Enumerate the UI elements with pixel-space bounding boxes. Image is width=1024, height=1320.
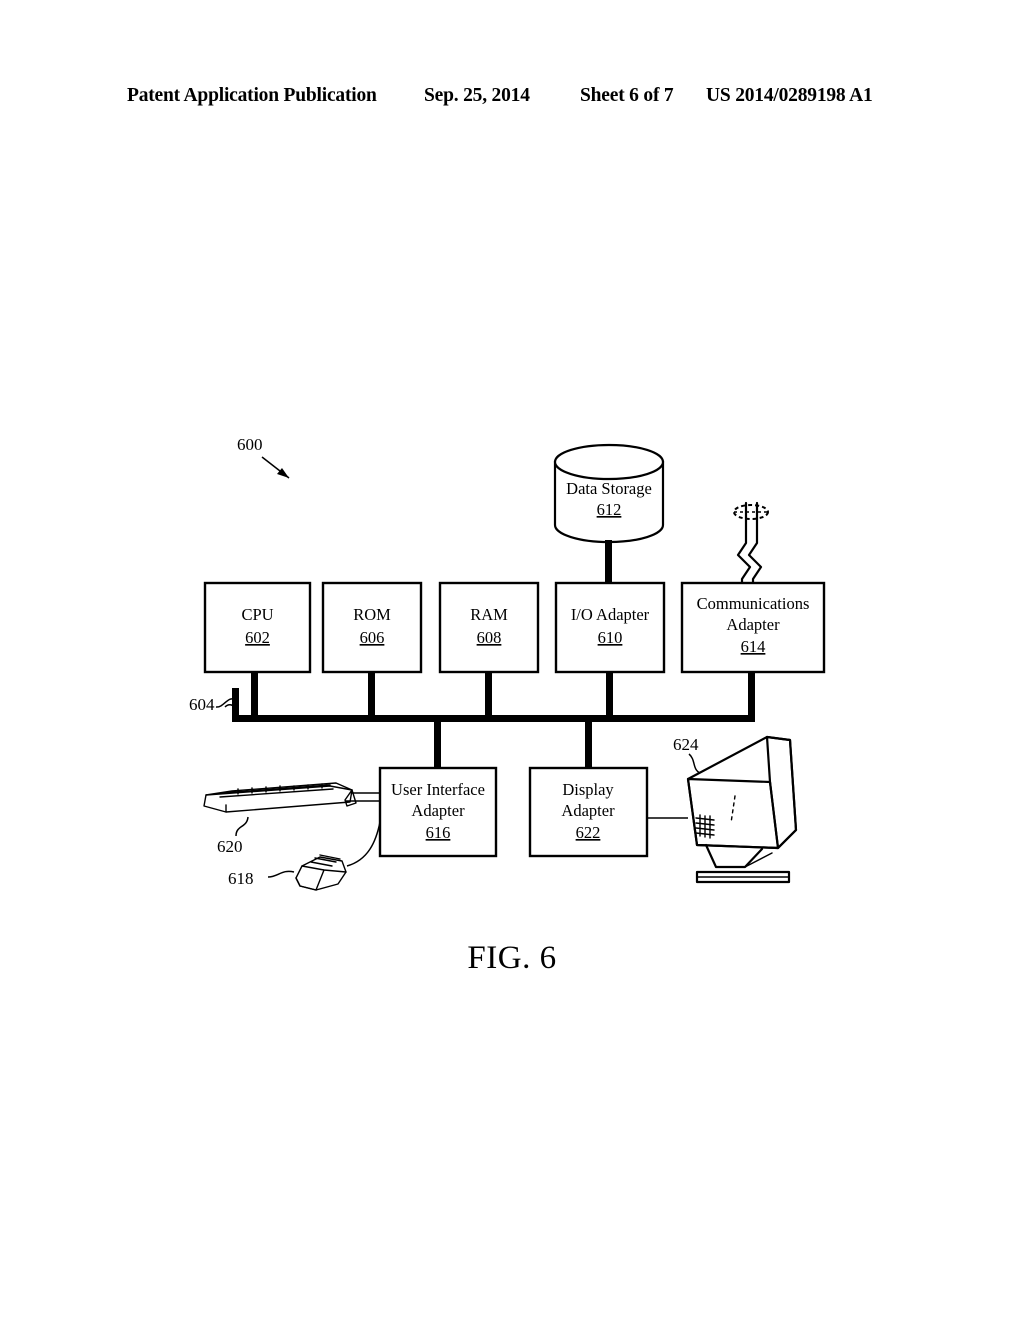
data-storage-cylinder: Data Storage 612 — [553, 443, 665, 544]
system-reference-600: 600 — [237, 435, 290, 479]
block-comm-adapter-ref: 614 — [741, 637, 766, 656]
storage-to-io-link — [605, 540, 612, 585]
bus-drop-ui-adapter — [434, 722, 441, 768]
display-monitor-icon: 624 — [647, 735, 798, 884]
block-user-interface-adapter[interactable]: User Interface Adapter 616 — [378, 766, 498, 858]
block-ui-adapter-label-line2: Adapter — [411, 801, 465, 820]
figure-caption: FIG. 6 — [467, 940, 557, 976]
bus-drop-cpu — [251, 672, 258, 717]
block-rom-ref: 606 — [360, 628, 385, 647]
data-storage-label: Data Storage — [566, 479, 652, 498]
block-ui-adapter-label-line1: User Interface — [391, 780, 485, 799]
ref-600-text: 600 — [237, 435, 263, 454]
bus-drop-io — [606, 672, 613, 717]
block-ram-label: RAM — [470, 605, 508, 624]
bus-drop-display-adapter — [585, 722, 592, 768]
bus-ref-604: 604 — [189, 695, 215, 714]
block-cpu-label: CPU — [241, 605, 273, 624]
system-bus: 604 — [189, 672, 755, 768]
block-display-adapter-label-line2: Adapter — [561, 801, 615, 820]
bus-bar — [232, 715, 755, 722]
block-io-adapter-ref: 610 — [598, 628, 623, 647]
data-storage-ref: 612 — [597, 500, 622, 519]
block-ram-ref: 608 — [477, 628, 502, 647]
block-cpu-ref: 602 — [245, 628, 270, 647]
bus-drop-rom — [368, 672, 375, 717]
keyboard-icon: 620 — [203, 782, 380, 856]
monitor-ref-624: 624 — [673, 735, 699, 754]
block-display-adapter-label-line1: Display — [562, 780, 614, 799]
antenna-icon — [733, 501, 769, 587]
block-communications-adapter[interactable]: Communications Adapter 614 — [680, 581, 826, 674]
mouse-ref-618: 618 — [228, 869, 254, 888]
block-comm-adapter-label-line1: Communications — [697, 594, 810, 613]
block-display-adapter-ref: 622 — [576, 823, 601, 842]
bus-drop-ram — [485, 672, 492, 717]
block-display-adapter[interactable]: Display Adapter 622 — [528, 766, 649, 858]
patent-figure-6: 600 Data Storage 612 CPU 602 ROM 606 RAM — [0, 0, 1024, 1320]
keyboard-ref-620: 620 — [217, 837, 243, 856]
block-rom-label: ROM — [353, 605, 391, 624]
block-ram[interactable]: RAM 608 — [438, 581, 540, 674]
block-cpu[interactable]: CPU 602 — [203, 581, 312, 674]
block-ui-adapter-ref: 616 — [426, 823, 451, 842]
block-comm-adapter-label-line2: Adapter — [726, 615, 780, 634]
block-io-adapter-label: I/O Adapter — [571, 605, 650, 624]
block-rom[interactable]: ROM 606 — [321, 581, 423, 674]
mouse-icon: 618 — [228, 821, 381, 891]
block-io-adapter[interactable]: I/O Adapter 610 — [554, 581, 666, 674]
